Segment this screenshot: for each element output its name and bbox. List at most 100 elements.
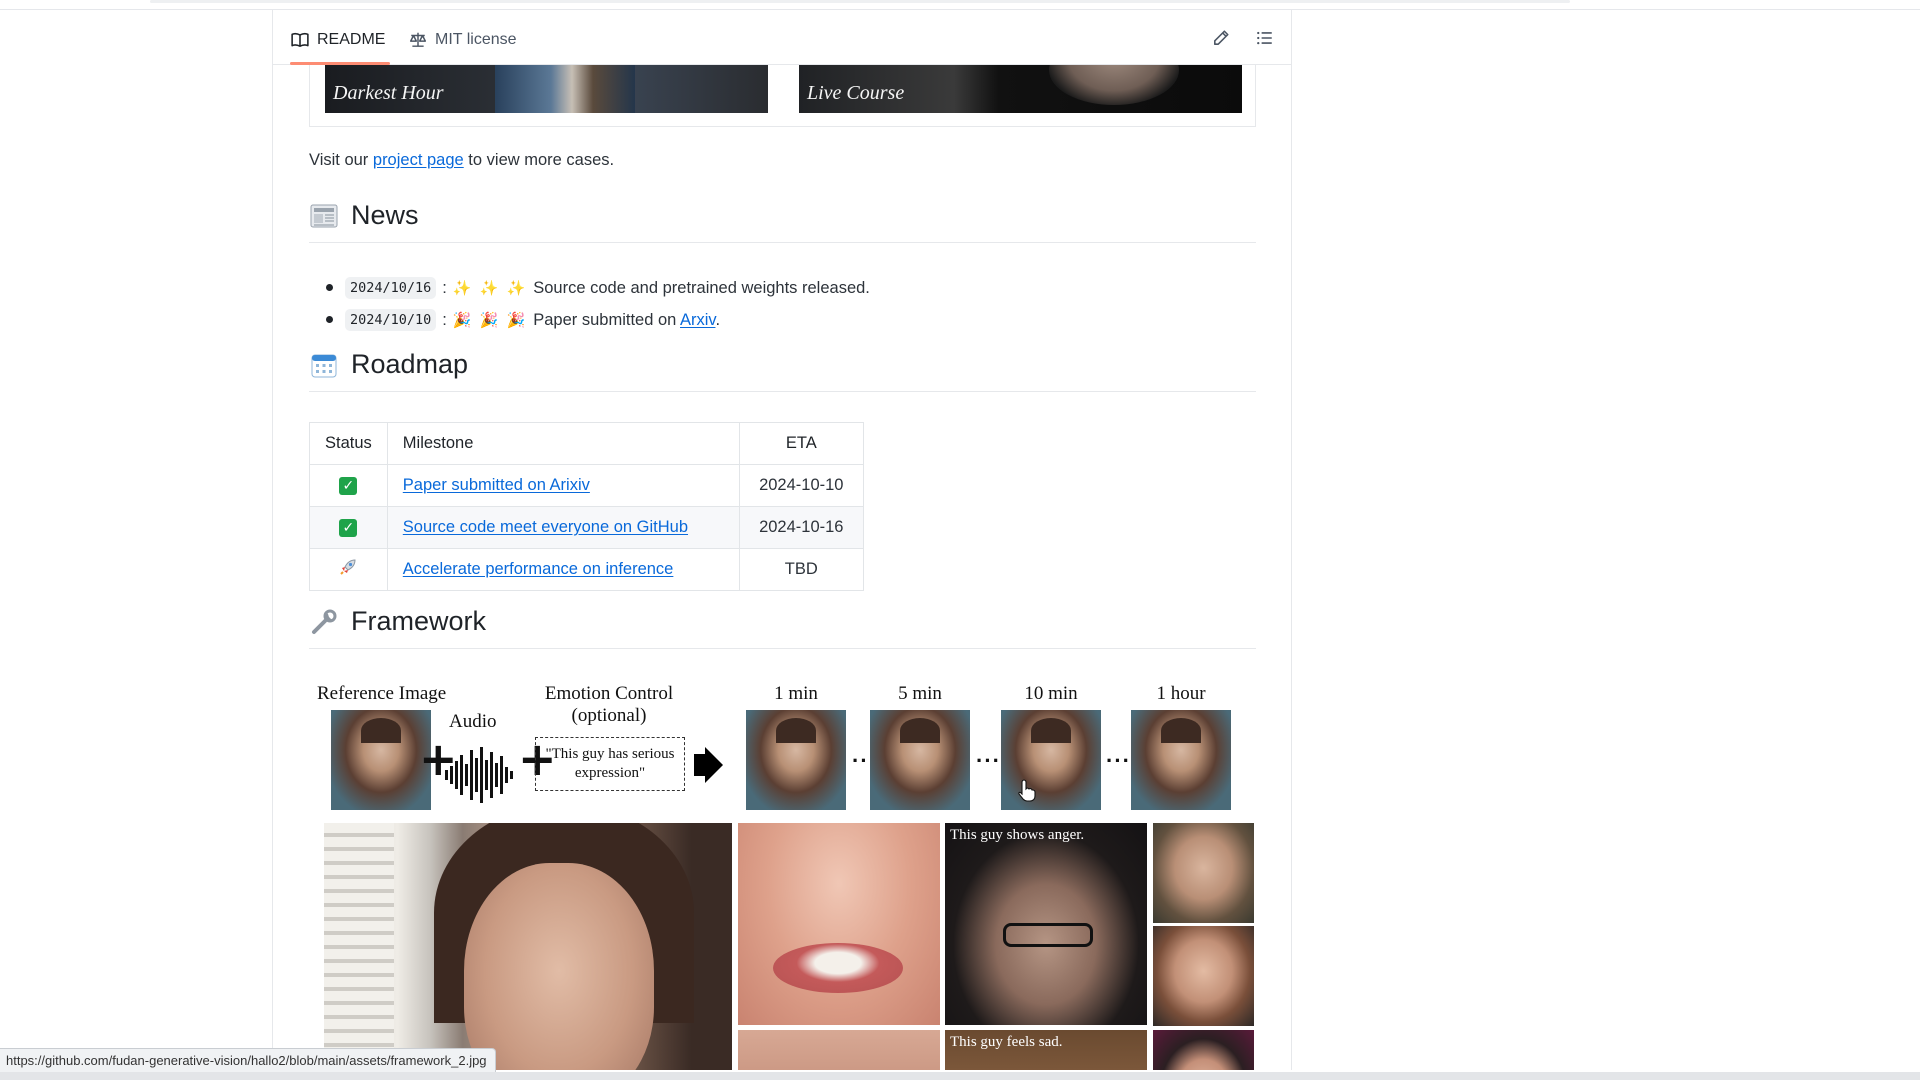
portrait-image [1153, 823, 1254, 923]
reference-face-image [331, 710, 431, 810]
time-label: 1 min [774, 683, 818, 704]
scale-icon [409, 31, 427, 49]
news-title: News [351, 200, 419, 230]
time-label: 5 min [898, 683, 942, 704]
pencil-icon [1212, 29, 1230, 52]
table-row: ✓ Source code meet everyone on GitHub 20… [309, 506, 864, 549]
outline-button[interactable] [1253, 28, 1277, 52]
edit-button[interactable] [1209, 28, 1233, 52]
party-popper-icon: 🎉 🎉 🎉 [452, 312, 528, 329]
roadmap-title: Roadmap [351, 349, 469, 379]
list-icon [1256, 29, 1274, 52]
framework-heading: Framework [309, 606, 486, 637]
tab-readme[interactable]: README [291, 28, 385, 52]
status-cell [309, 548, 388, 591]
arrow-right-icon [705, 747, 723, 783]
mouth-closeup-image [738, 823, 940, 1025]
time-label: 10 min [1024, 683, 1078, 704]
tab-license[interactable]: MIT license [409, 28, 517, 52]
window-blinds [324, 823, 394, 1070]
header-status: Status [309, 422, 388, 465]
table-row: Accelerate performance on inference TBD [309, 548, 864, 591]
browser-top-edge [0, 0, 1920, 10]
heading-divider [309, 391, 1256, 392]
heading-divider [309, 242, 1256, 243]
tab-license-label: MIT license [435, 31, 517, 48]
milestone-cell: Source code meet everyone on GitHub [386, 506, 740, 549]
sad-example-image: This guy feels sad. [945, 1030, 1147, 1070]
mouth-shape [773, 943, 903, 993]
portrait-image [1153, 926, 1254, 1026]
status-cell: ✓ [309, 506, 388, 549]
roadmap-heading: Roadmap [309, 349, 468, 380]
news-item: 2024/10/10 : 🎉 🎉 🎉 Paper submitted on Ar… [309, 304, 870, 336]
table-row: ✓ Paper submitted on Arixiv 2024-10-10 [309, 464, 864, 507]
reference-image-label: Reference Image [317, 683, 447, 704]
bottom-edge [0, 1072, 1920, 1080]
milestone-cell: Paper submitted on Arixiv [386, 464, 740, 507]
ellipsis-icon: ··· [1106, 748, 1131, 773]
check-icon: ✓ [339, 476, 358, 495]
news-text: Source code and pretrained weights relea… [533, 278, 870, 297]
demo-video-darkest-hour[interactable]: Darkest Hour [325, 65, 768, 113]
emotion-control-label: Emotion Control (optional) [539, 683, 679, 727]
milestone-cell: Accelerate performance on inference [386, 548, 740, 591]
output-face-image [1001, 710, 1101, 810]
framework-figure[interactable]: Reference Image + Audio + Emotion Contro… [309, 670, 1256, 1070]
sad-caption: This guy feels sad. [950, 1034, 1063, 1050]
calendar-icon [309, 350, 339, 380]
readme-panel: README MIT license Darkest Hour Live Cou… [272, 10, 1292, 1070]
readme-tabs: README MIT license [273, 10, 1291, 65]
emotion-label-line: Emotion Control [544, 683, 674, 704]
milestone-link[interactable]: Source code meet everyone on GitHub [403, 518, 688, 536]
video-frame [495, 65, 635, 113]
video-frame [1049, 65, 1179, 105]
glasses-shape [1003, 923, 1093, 947]
waveform-icon [445, 745, 513, 805]
output-face-image [746, 710, 846, 810]
news-date: 2024/10/10 [345, 309, 437, 331]
milestone-link[interactable]: Paper submitted on Arixiv [403, 476, 590, 494]
table-header-row: Status Milestone ETA [309, 422, 864, 465]
news-heading: News [309, 200, 419, 231]
news-item: 2024/10/16 : ✨ ✨ ✨ Source code and pretr… [309, 272, 870, 304]
emotion-prompt-box: "This guy has serious expression" [535, 737, 685, 791]
sparkles-icon: ✨ ✨ ✨ [452, 280, 528, 297]
news-text: Paper submitted on Arxiv. [533, 311, 720, 330]
eta-cell: TBD [738, 548, 864, 591]
anger-caption: This guy shows anger. [950, 827, 1085, 843]
demo-video-live-course[interactable]: Live Course [799, 65, 1242, 113]
anger-example-image: This guy shows anger. [945, 823, 1147, 1025]
rocket-icon [339, 559, 357, 580]
news-text-end: . [715, 310, 721, 329]
header-milestone: Milestone [386, 422, 740, 465]
video-caption: Live Course [807, 82, 905, 104]
audio-label: Audio [449, 711, 497, 732]
portrait-image [1153, 1030, 1254, 1070]
ellipsis-icon: ··· [976, 748, 1001, 773]
time-label: 1 hour [1156, 683, 1206, 704]
heading-divider [309, 648, 1256, 649]
book-icon [291, 31, 309, 49]
hand-pointer-icon [1018, 778, 1036, 802]
news-text-main: Paper submitted on [533, 310, 681, 329]
project-page-link[interactable]: project page [373, 151, 464, 169]
video-caption: Darkest Hour [333, 82, 444, 104]
milestone-link[interactable]: Accelerate performance on inference [403, 560, 674, 578]
arxiv-link[interactable]: Arxiv [680, 311, 715, 329]
face-shape [464, 863, 654, 1070]
eta-cell: 2024-10-16 [738, 506, 864, 549]
output-face-image [1131, 710, 1231, 810]
visit-text: Visit our [309, 151, 373, 169]
news-list: 2024/10/16 : ✨ ✨ ✨ Source code and pretr… [309, 272, 870, 336]
link-preview-statusbar: https://github.com/fudan-generative-visi… [0, 1048, 496, 1072]
wrench-icon [309, 607, 339, 637]
emotion-label-line: (optional) [571, 705, 647, 726]
output-face-image [870, 710, 970, 810]
visit-paragraph: Visit our project page to view more case… [309, 151, 614, 170]
check-icon: ✓ [339, 518, 358, 537]
roadmap-table: Status Milestone ETA ✓ Paper submitted o… [309, 422, 864, 591]
face-closeup-image [738, 1030, 940, 1070]
active-tab-indicator [290, 62, 390, 65]
tab-readme-label: README [317, 31, 386, 48]
